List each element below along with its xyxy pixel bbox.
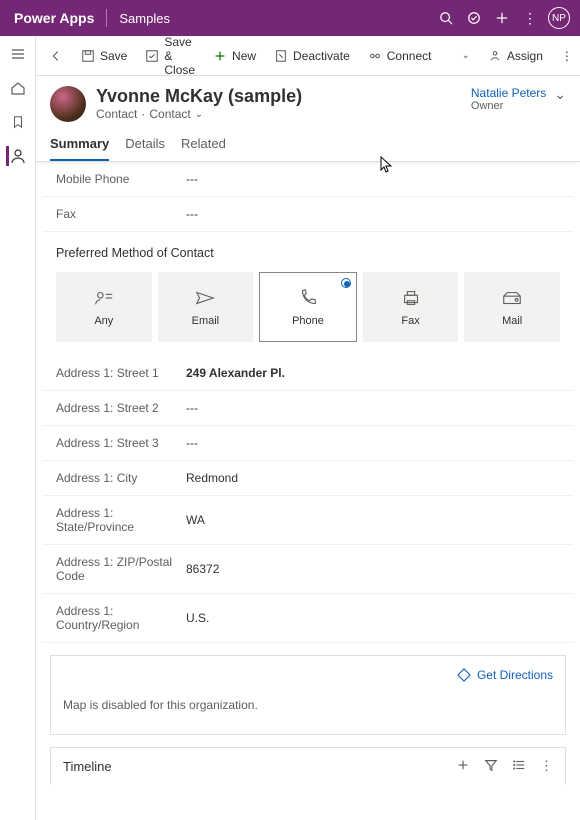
command-bar: Save Save & Close New Deactivate Connect… (36, 36, 580, 76)
app-name: Power Apps (14, 10, 94, 26)
form-picker-icon[interactable]: ⌄ (195, 109, 203, 120)
tab-summary[interactable]: Summary (50, 136, 109, 161)
search-icon[interactable] (432, 11, 460, 25)
field-state[interactable]: Address 1: State/Province WA (42, 496, 574, 545)
save-button[interactable]: Save (74, 45, 134, 67)
timeline-add-icon[interactable] (456, 758, 470, 775)
hamburger-icon[interactable] (8, 44, 28, 64)
pick-any[interactable]: Any (56, 272, 152, 342)
timeline-filter-icon[interactable] (484, 758, 498, 775)
save-close-button[interactable]: Save & Close (138, 36, 202, 81)
field-fax[interactable]: Fax --- (42, 197, 574, 232)
field-street2[interactable]: Address 1: Street 2 --- (42, 391, 574, 426)
contact-icon[interactable] (6, 146, 26, 166)
connect-dropdown[interactable]: ⌄ (454, 46, 476, 65)
timeline-title: Timeline (63, 759, 112, 774)
bookmark-icon[interactable] (8, 112, 28, 132)
area-name: Samples (119, 11, 170, 26)
field-country[interactable]: Address 1: Country/Region U.S. (42, 594, 574, 643)
pick-mail[interactable]: Mail (464, 272, 560, 342)
form-tabs: Summary Details Related (36, 122, 580, 162)
owner-name[interactable]: Natalie Peters (471, 86, 546, 100)
get-directions-link[interactable]: Get Directions (63, 668, 553, 682)
record-header: Yvonne McKay (sample) Contact · Contact … (36, 76, 580, 122)
pick-phone[interactable]: Phone (259, 272, 357, 342)
map-disabled-message: Map is disabled for this organization. (63, 690, 553, 722)
title-bar: Power Apps Samples ⋮ NP (0, 0, 580, 36)
deactivate-button[interactable]: Deactivate (267, 45, 357, 67)
preferred-contact-picker: Any Email Phone Fax Mail (42, 266, 574, 356)
form-content: Mobile Phone --- Fax --- Preferred Metho… (36, 162, 580, 820)
overflow-icon[interactable]: ⋮ (516, 10, 544, 27)
record-title: Yvonne McKay (sample) (96, 86, 302, 107)
pick-email[interactable]: Email (158, 272, 254, 342)
timeline-list-icon[interactable] (512, 758, 526, 775)
timeline-header: Timeline ⋮ (50, 747, 566, 785)
tab-related[interactable]: Related (181, 136, 226, 161)
assign-button[interactable]: Assign (481, 45, 550, 67)
command-overflow[interactable]: ⋮ (554, 45, 580, 67)
field-street1[interactable]: Address 1: Street 1 249 Alexander Pl. (42, 356, 574, 391)
radio-selected-icon (341, 278, 351, 288)
field-city[interactable]: Address 1: City Redmond (42, 461, 574, 496)
field-zip[interactable]: Address 1: ZIP/Postal Code 86372 (42, 545, 574, 594)
contact-photo[interactable] (50, 86, 86, 122)
field-mobile-phone[interactable]: Mobile Phone --- (42, 162, 574, 197)
timeline-overflow-icon[interactable]: ⋮ (540, 758, 553, 775)
home-icon[interactable] (8, 78, 28, 98)
user-avatar[interactable]: NP (548, 7, 570, 29)
task-icon[interactable] (460, 11, 488, 25)
field-street3[interactable]: Address 1: Street 3 --- (42, 426, 574, 461)
form-name: Contact (149, 107, 190, 121)
owner-label: Owner (471, 100, 546, 112)
connect-button[interactable]: Connect (361, 45, 439, 67)
tab-details[interactable]: Details (125, 136, 165, 161)
map-card: Get Directions Map is disabled for this … (50, 655, 566, 735)
back-button[interactable] (42, 45, 70, 67)
mouse-cursor (380, 156, 394, 174)
titlebar-divider (106, 9, 107, 27)
add-icon[interactable] (488, 11, 516, 25)
entity-name: Contact (96, 107, 137, 121)
header-expand-icon[interactable]: ⌄ (554, 86, 566, 103)
pick-fax[interactable]: Fax (363, 272, 459, 342)
preferred-contact-label: Preferred Method of Contact (42, 232, 574, 266)
nav-rail (0, 36, 36, 820)
new-button[interactable]: New (206, 45, 263, 67)
